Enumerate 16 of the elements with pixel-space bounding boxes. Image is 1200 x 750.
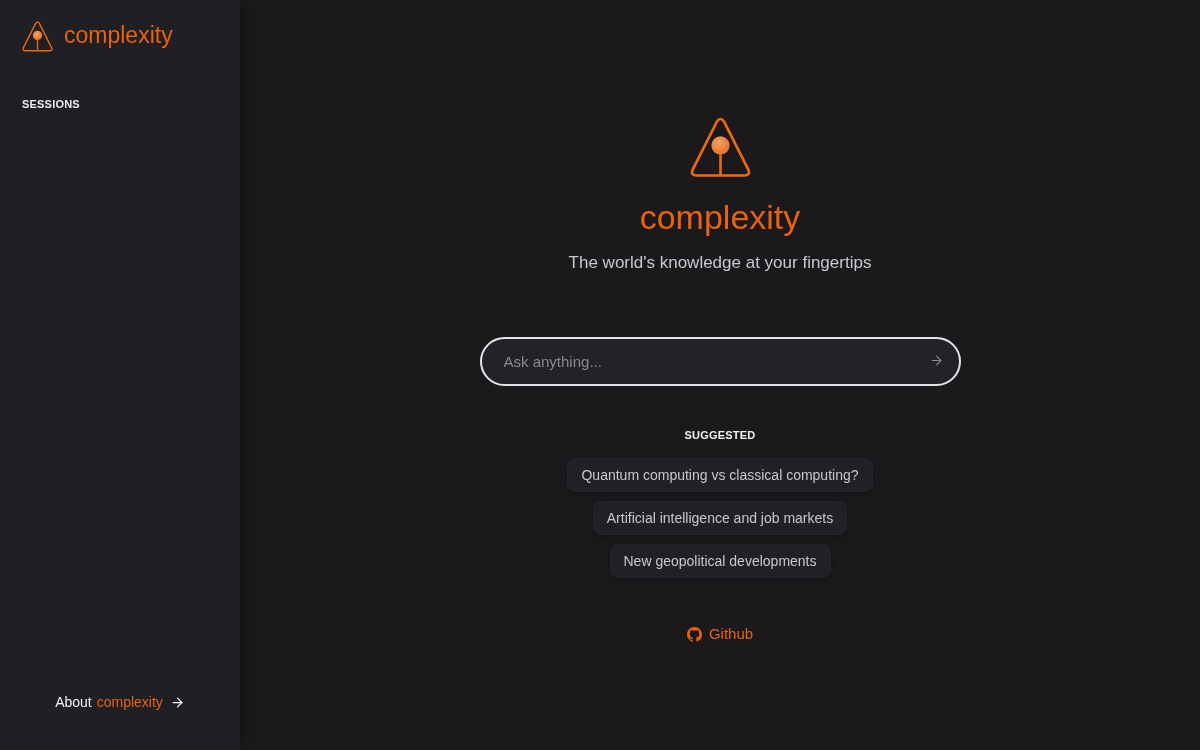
suggestion-button[interactable]: Quantum computing vs classical computing? <box>567 458 873 492</box>
tagline: The world's knowledge at your fingertips <box>568 252 872 274</box>
arrow-icon <box>169 695 185 710</box>
arrow-icon <box>929 353 944 368</box>
about-link[interactable]: About complexity <box>55 692 185 713</box>
sessions-heading: SESSIONS <box>22 98 80 110</box>
suggestion-button[interactable]: Artificial intelligence and job markets <box>592 501 848 535</box>
github-link[interactable]: Github <box>686 623 754 646</box>
suggested-heading: SUGGESTED <box>684 427 756 443</box>
hero-brand-name: complexity <box>639 200 801 234</box>
hero-logo-icon <box>689 117 751 178</box>
search-field[interactable]: Ask anything... <box>479 336 961 386</box>
brand-name: complexity <box>64 23 173 50</box>
logo-icon <box>22 21 53 52</box>
suggestion-button[interactable]: New geopolitical developments <box>609 544 831 578</box>
github-icon <box>686 626 702 642</box>
